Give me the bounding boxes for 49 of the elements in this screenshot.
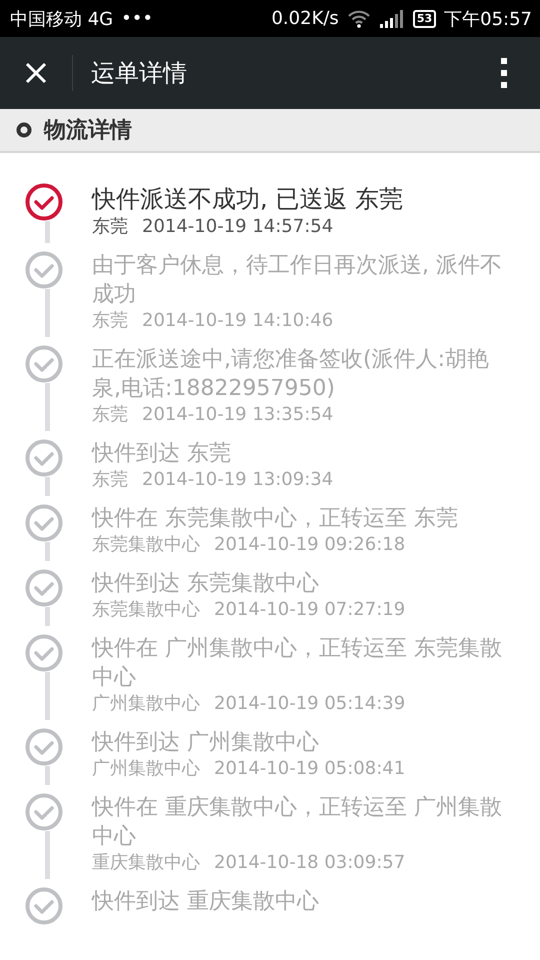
wifi-icon xyxy=(346,10,371,28)
event-location: 广州集散中心 xyxy=(92,757,200,781)
check-circle-icon xyxy=(25,251,63,289)
ring-icon xyxy=(16,122,32,138)
event-description: 由于客户休息，待工作日再次派送, 派件不成功 xyxy=(92,252,503,309)
close-icon xyxy=(24,61,48,85)
event-location: 东莞 xyxy=(92,403,128,427)
event-description: 快件到达 东莞 xyxy=(92,440,232,468)
event-description: 快件派送不成功, 已送返 东莞 xyxy=(92,184,404,215)
event-time: 2014-10-19 14:10:46 xyxy=(142,309,334,333)
clock-time: 下午05:57 xyxy=(444,8,532,30)
event-location: 广州集散中心 xyxy=(92,692,200,716)
event-time: 2014-10-19 13:35:54 xyxy=(142,403,334,427)
check-circle-icon xyxy=(25,728,63,766)
check-circle-icon xyxy=(25,793,63,831)
event-location: 东莞集散中心 xyxy=(92,533,200,557)
section-title: 物流详情 xyxy=(44,116,132,145)
network-speed: 0.02K/s xyxy=(271,8,339,29)
notification-dots: ••• xyxy=(121,8,153,29)
event-time: 2014-10-19 09:26:18 xyxy=(214,533,406,557)
event-description: 快件到达 重庆集散中心 xyxy=(92,888,320,916)
event-time: 2014-10-18 03:09:57 xyxy=(214,851,406,875)
event-time: 2014-10-19 05:14:39 xyxy=(214,692,406,716)
check-circle-icon xyxy=(25,634,63,672)
event-location: 东莞 xyxy=(92,309,128,333)
event-time: 2014-10-19 07:27:19 xyxy=(214,598,406,622)
event-location: 东莞 xyxy=(92,468,128,492)
check-circle-icon xyxy=(25,504,63,542)
page-title: 运单详情 xyxy=(91,58,188,89)
event-description: 快件到达 广州集散中心 xyxy=(92,729,320,757)
event-location: 东莞集散中心 xyxy=(92,598,200,622)
more-icon xyxy=(500,58,508,88)
event-location: 东莞 xyxy=(92,215,128,239)
battery-level: 53 xyxy=(412,10,436,28)
carrier-name: 中国移动 4G xyxy=(10,8,114,30)
check-circle-icon xyxy=(25,345,63,383)
event-description: 正在派送途中,请您准备签收(派件人:胡艳泉,电话:18822957950) xyxy=(92,346,490,403)
event-description: 快件在 东莞集散中心，正转运至 东莞 xyxy=(92,505,459,533)
event-time: 2014-10-19 14:57:54 xyxy=(142,215,334,239)
event-time: 2014-10-19 05:08:41 xyxy=(214,757,406,781)
check-circle-icon xyxy=(25,887,63,925)
check-circle-icon xyxy=(25,569,63,607)
event-time: 2014-10-19 13:09:34 xyxy=(142,468,334,492)
event-location: 重庆集散中心 xyxy=(92,851,200,875)
signal-icon xyxy=(378,10,405,28)
check-circle-icon xyxy=(25,439,63,477)
event-description: 快件到达 东莞集散中心 xyxy=(92,570,320,598)
event-description: 快件在 重庆集散中心，正转运至 广州集散中心 xyxy=(92,794,503,851)
event-description: 快件在 广州集散中心，正转运至 东莞集散中心 xyxy=(92,635,503,692)
